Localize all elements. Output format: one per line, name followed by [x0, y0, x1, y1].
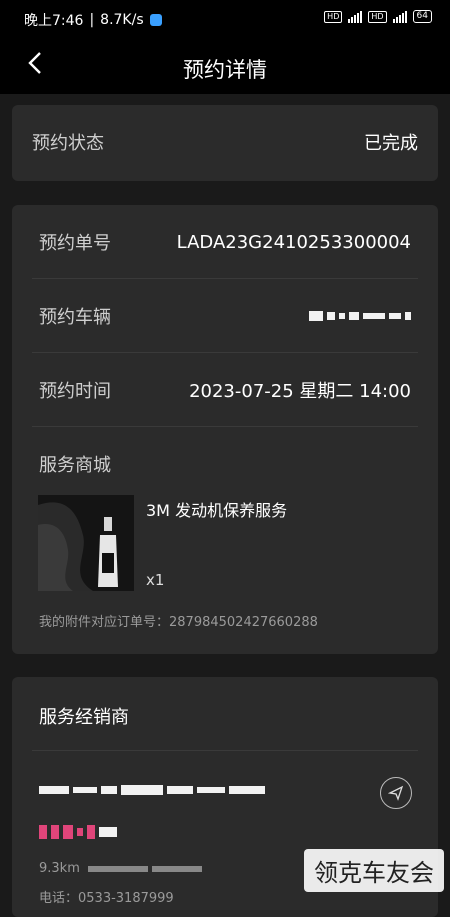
- order-number-value: LADA23G2410253300004: [176, 231, 411, 253]
- dealer-name-pixelated: [39, 785, 265, 795]
- vehicle-label: 预约车辆: [39, 307, 111, 328]
- status-value: 已完成: [364, 133, 418, 154]
- hd-icon: HD: [324, 10, 343, 23]
- vehicle-row: 预约车辆: [39, 279, 411, 353]
- divider: [32, 750, 418, 751]
- navbar: 预约详情: [0, 38, 450, 94]
- dealer-phone[interactable]: 电话：0533-3187999: [39, 887, 174, 906]
- watermark-logo: 领克车友会: [304, 849, 444, 892]
- signal-4g-icon: [392, 10, 407, 23]
- attachment-line: 我的附件对应订单号：287984502427660288: [39, 611, 318, 630]
- status-time: 晚上7:46: [24, 13, 84, 29]
- status-card: 预约状态 已完成: [12, 105, 438, 181]
- dealer-title: 服务经销商: [39, 707, 129, 728]
- attachment-label: 我的附件对应订单号：: [39, 615, 170, 630]
- dealer-address-pixelated: [87, 865, 202, 872]
- status-right: HD HD 64: [324, 10, 432, 23]
- status-row: 预约状态 已完成: [32, 105, 418, 179]
- product-name[interactable]: 3M 发动机保养服务: [146, 497, 287, 521]
- order-number-row: 预约单号 LADA23G2410253300004: [39, 205, 411, 279]
- navigate-button[interactable]: [380, 777, 412, 809]
- detail-card: 预约单号 LADA23G2410253300004 预约车辆 预约时间 2023…: [12, 205, 438, 654]
- status-divider: |: [89, 12, 95, 28]
- order-number-label: 预约单号: [39, 233, 111, 254]
- status-speed: 8.7K/s: [100, 12, 144, 28]
- time-label: 预约时间: [39, 381, 111, 402]
- oil-bottle-image: [38, 495, 134, 591]
- attachment-number: 287984502427660288: [169, 615, 318, 630]
- dealer-distance: 9.3km: [39, 861, 80, 876]
- status-bar: 晚上7:46 | 8.7K/s HD HD 64: [0, 0, 450, 38]
- time-value: 2023-07-25 星期二 14:00: [189, 381, 411, 402]
- signal-5g-icon: [348, 10, 363, 23]
- status-left: 晚上7:46 | 8.7K/s: [24, 10, 162, 30]
- dealer-distance-row: 9.3km: [39, 861, 202, 876]
- divider: [32, 426, 418, 427]
- notification-app-icon: [149, 14, 162, 26]
- vehicle-value-pixelated: [309, 311, 411, 321]
- page-title: 预约详情: [183, 58, 267, 82]
- status-label: 预约状态: [32, 133, 104, 154]
- navigation-arrow-icon: [388, 785, 404, 801]
- hd-icon-2: HD: [368, 10, 387, 23]
- mall-label: 服务商城: [39, 455, 111, 476]
- time-row: 预约时间 2023-07-25 星期二 14:00: [39, 353, 411, 427]
- product-image[interactable]: [38, 495, 134, 591]
- dealer-rating-pixelated: [39, 825, 117, 839]
- battery-icon: 64: [412, 10, 432, 23]
- product-quantity: x1: [146, 571, 165, 589]
